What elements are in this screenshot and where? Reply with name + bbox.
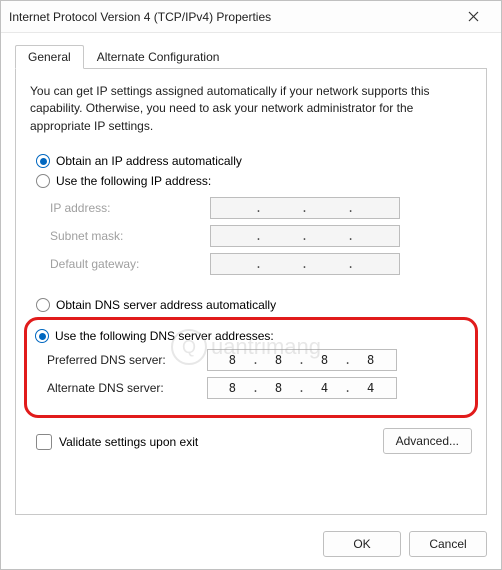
alternate-dns-input[interactable]: 8. 8. 4. 4 [207,377,397,399]
field-ip-address: IP address: . . . [50,197,472,219]
properties-window: Internet Protocol Version 4 (TCP/IPv4) P… [0,0,502,570]
close-icon [468,11,479,22]
tab-strip: General Alternate Configuration [15,43,487,69]
content-area: General Alternate Configuration Q uantri… [1,33,501,521]
ip-fields-group: IP address: . . . Subnet mask: . . . [30,191,472,281]
tab-alternate-configuration[interactable]: Alternate Configuration [84,45,233,69]
dialog-button-bar: OK Cancel [1,521,501,569]
field-alternate-dns: Alternate DNS server: 8. 8. 4. 4 [47,377,467,399]
field-label: Default gateway: [50,257,210,271]
field-preferred-dns: Preferred DNS server: 8. 8. 8. 8 [47,349,467,371]
radio-label: Obtain DNS server address automatically [56,298,276,312]
radio-icon [36,174,50,188]
default-gateway-input: . . . [210,253,400,275]
radio-use-ip-manual[interactable]: Use the following IP address: [36,174,472,188]
field-label: IP address: [50,201,210,215]
cancel-button[interactable]: Cancel [409,531,487,557]
dns-highlight-box: Use the following DNS server addresses: … [24,317,478,418]
description-text: You can get IP settings assigned automat… [30,83,472,135]
field-label: Alternate DNS server: [47,381,207,395]
advanced-button[interactable]: Advanced... [383,428,472,454]
radio-label: Use the following DNS server addresses: [55,329,274,343]
subnet-mask-input: . . . [210,225,400,247]
field-label: Preferred DNS server: [47,353,207,367]
preferred-dns-input[interactable]: 8. 8. 8. 8 [207,349,397,371]
advanced-row: Advanced... [30,428,472,454]
radio-use-dns-manual[interactable]: Use the following DNS server addresses: [35,329,467,343]
ip-address-input: . . . [210,197,400,219]
close-button[interactable] [453,3,493,31]
window-title: Internet Protocol Version 4 (TCP/IPv4) P… [9,10,453,24]
radio-label: Use the following IP address: [56,174,211,188]
radio-icon [36,298,50,312]
ok-button[interactable]: OK [323,531,401,557]
radio-icon [35,329,49,343]
field-default-gateway: Default gateway: . . . [50,253,472,275]
radio-icon [36,154,50,168]
radio-obtain-ip-auto[interactable]: Obtain an IP address automatically [36,154,472,168]
tab-general[interactable]: General [15,45,84,69]
radio-obtain-dns-auto[interactable]: Obtain DNS server address automatically [36,298,472,312]
field-subnet-mask: Subnet mask: . . . [50,225,472,247]
tab-panel-general: Q uantrimang You can get IP settings ass… [15,68,487,515]
field-label: Subnet mask: [50,229,210,243]
titlebar: Internet Protocol Version 4 (TCP/IPv4) P… [1,1,501,33]
radio-label: Obtain an IP address automatically [56,154,242,168]
